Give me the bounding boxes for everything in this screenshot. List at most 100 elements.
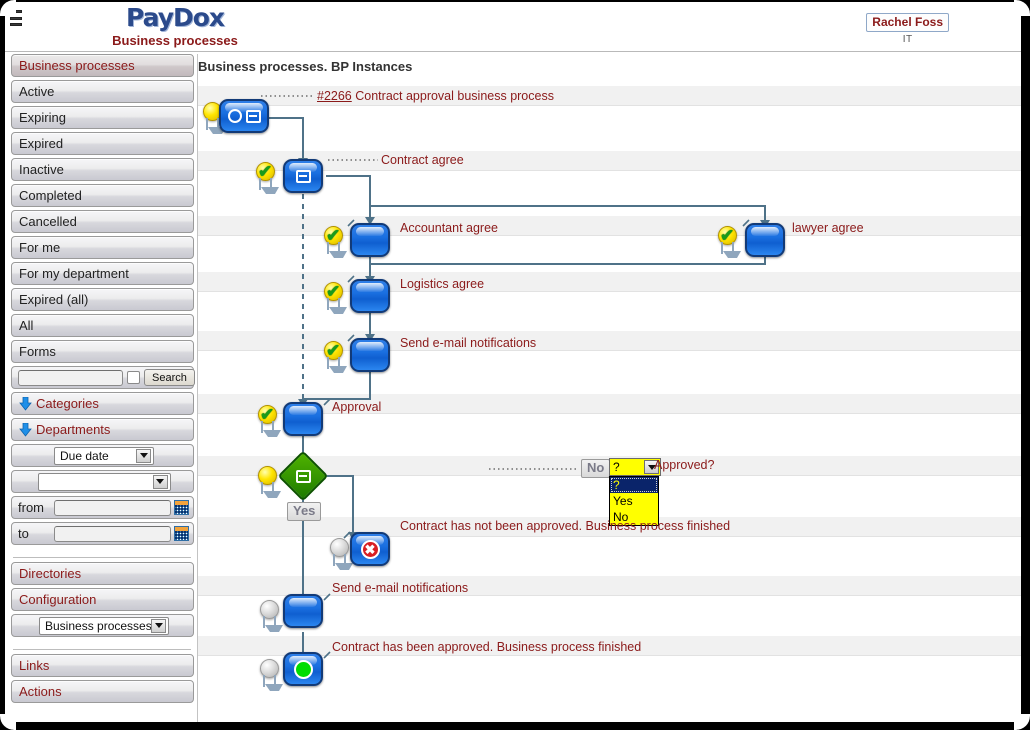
node-label-end-approved[interactable]: Contract has been approved. Business pro… xyxy=(332,640,641,654)
pin-icon xyxy=(327,357,347,373)
sidebar-item-label: For me xyxy=(19,240,61,255)
chevron-down-icon[interactable] xyxy=(136,448,151,463)
node-label-contract-agree[interactable]: Contract agree xyxy=(381,153,464,167)
approval-option-yes[interactable]: Yes xyxy=(610,493,658,509)
pin-icon xyxy=(259,178,279,194)
end-error-icon: ✖ xyxy=(360,539,380,559)
sidebar-item-label: Forms xyxy=(19,344,56,359)
sidebar-item-expiring[interactable]: Expiring xyxy=(11,106,194,129)
node-accountant-agree[interactable] xyxy=(350,223,390,257)
node-label-end-rejected[interactable]: Contract has not been approved. Business… xyxy=(400,519,730,533)
secondary-select[interactable] xyxy=(37,472,171,491)
node-label-logistics-agree[interactable]: Logistics agree xyxy=(400,277,484,291)
sidebar-item-label: Departments xyxy=(36,422,111,437)
date-from-input[interactable] xyxy=(54,499,171,516)
sidebar-item-active[interactable]: Active xyxy=(11,80,194,103)
window-bottom-edge xyxy=(0,722,1030,730)
sidebar-item-departments[interactable]: Departments xyxy=(11,418,194,441)
node-label-send-email-2[interactable]: Send e-mail notifications xyxy=(332,581,468,595)
sidebar-item-label: Cancelled xyxy=(19,214,77,229)
date-to-input[interactable] xyxy=(54,525,171,542)
sidebar-item-expired-all[interactable]: Expired (all) xyxy=(11,288,194,311)
sidebar: Business processes Active Expiring Expir… xyxy=(5,54,197,722)
chevron-down-icon[interactable] xyxy=(152,474,168,489)
date-field-select[interactable]: Due date xyxy=(54,446,154,465)
sidebar-divider xyxy=(13,649,191,650)
node-label-lawyer-agree[interactable]: lawyer agree xyxy=(792,221,864,235)
hamburger-icon[interactable] xyxy=(10,10,22,26)
pin-icon xyxy=(206,118,226,134)
node-send-email-1[interactable] xyxy=(350,338,390,372)
user-department: IT xyxy=(902,34,913,45)
pin-icon xyxy=(721,242,741,258)
sidebar-item-for-my-department[interactable]: For my department xyxy=(11,262,194,285)
search-scope-checkbox[interactable] xyxy=(127,371,140,384)
process-id-link[interactable]: #2266 xyxy=(317,89,352,103)
node-end-rejected[interactable]: ✖ xyxy=(350,532,390,566)
search-input[interactable] xyxy=(18,369,123,386)
node-label-approval[interactable]: Approval xyxy=(332,400,381,414)
node-send-email-2[interactable] xyxy=(283,594,323,628)
date-to-label: to xyxy=(18,526,29,541)
search-button[interactable]: Search xyxy=(144,369,195,386)
node-label-accountant-agree[interactable]: Accountant agree xyxy=(400,221,498,235)
window-top-edge xyxy=(0,0,1030,2)
pin-icon xyxy=(263,616,283,632)
sidebar-item-label: Expired (all) xyxy=(19,292,89,307)
sidebar-item-business-processes[interactable]: Business processes xyxy=(11,54,194,77)
sidebar-item-label: For my department xyxy=(19,266,129,281)
node-contract-agree[interactable] xyxy=(283,159,323,193)
pin-icon xyxy=(261,421,281,437)
sidebar-item-cancelled[interactable]: Cancelled xyxy=(11,210,194,233)
node-label-process[interactable]: #2266 Contract approval business process xyxy=(317,89,554,103)
sidebar-divider xyxy=(13,557,191,558)
approval-option-unknown[interactable]: ? xyxy=(610,477,658,493)
node-end-approved[interactable] xyxy=(283,652,323,686)
sidebar-item-expired[interactable]: Expired xyxy=(11,132,194,155)
pin-icon xyxy=(263,675,283,691)
sidebar-item-forms[interactable]: Forms xyxy=(11,340,194,363)
calendar-icon[interactable] xyxy=(174,526,189,541)
node-label-approved[interactable]: Approved? xyxy=(654,458,714,472)
application-window: PayDox Business processes Rachel Foss IT… xyxy=(0,0,1030,730)
sidebar-item-configuration[interactable]: Configuration xyxy=(11,588,194,611)
window-left-edge xyxy=(0,0,5,730)
pin-icon xyxy=(327,242,347,258)
node-lawyer-agree[interactable] xyxy=(745,223,785,257)
process-diagram: #2266 Contract approval business process… xyxy=(198,54,1021,722)
node-approval[interactable] xyxy=(283,402,323,436)
sidebar-item-label: All xyxy=(19,318,34,333)
chevron-down-icon[interactable] xyxy=(151,618,166,633)
date-field-select-value: Due date xyxy=(60,448,109,463)
sidebar-item-label: Active xyxy=(19,84,55,99)
arrow-down-icon xyxy=(19,422,32,437)
module-select[interactable]: Business processes xyxy=(39,616,169,635)
secondary-select-row xyxy=(11,470,194,493)
user-name-button[interactable]: Rachel Foss xyxy=(866,13,949,32)
calendar-icon[interactable] xyxy=(174,500,189,515)
sidebar-item-links[interactable]: Links xyxy=(11,654,194,677)
collapse-icon xyxy=(295,169,311,183)
node-start[interactable] xyxy=(219,99,269,133)
date-from-row: from xyxy=(11,496,194,519)
paydox-logo: PayDox xyxy=(125,3,225,32)
sidebar-item-directories[interactable]: Directories xyxy=(11,562,194,585)
brand-block: PayDox Business processes xyxy=(60,3,290,49)
date-from-label: from xyxy=(18,500,44,515)
node-logistics-agree[interactable] xyxy=(350,279,390,313)
sidebar-item-label: Categories xyxy=(36,396,99,411)
sidebar-item-actions[interactable]: Actions xyxy=(11,680,194,703)
module-select-value: Business processes xyxy=(45,618,152,633)
sidebar-item-all[interactable]: All xyxy=(11,314,194,337)
sidebar-item-inactive[interactable]: Inactive xyxy=(11,158,194,181)
node-label-send-email-1[interactable]: Send e-mail notifications xyxy=(400,336,536,350)
pin-icon xyxy=(261,482,281,498)
module-select-row: Business processes xyxy=(11,614,194,637)
sidebar-item-completed[interactable]: Completed xyxy=(11,184,194,207)
arrow-down-icon xyxy=(19,396,32,411)
sidebar-item-for-me[interactable]: For me xyxy=(11,236,194,259)
date-to-row: to xyxy=(11,522,194,545)
approval-select-value: ? xyxy=(613,460,620,474)
sidebar-item-categories[interactable]: Categories xyxy=(11,392,194,415)
flag-no: No xyxy=(581,459,611,478)
